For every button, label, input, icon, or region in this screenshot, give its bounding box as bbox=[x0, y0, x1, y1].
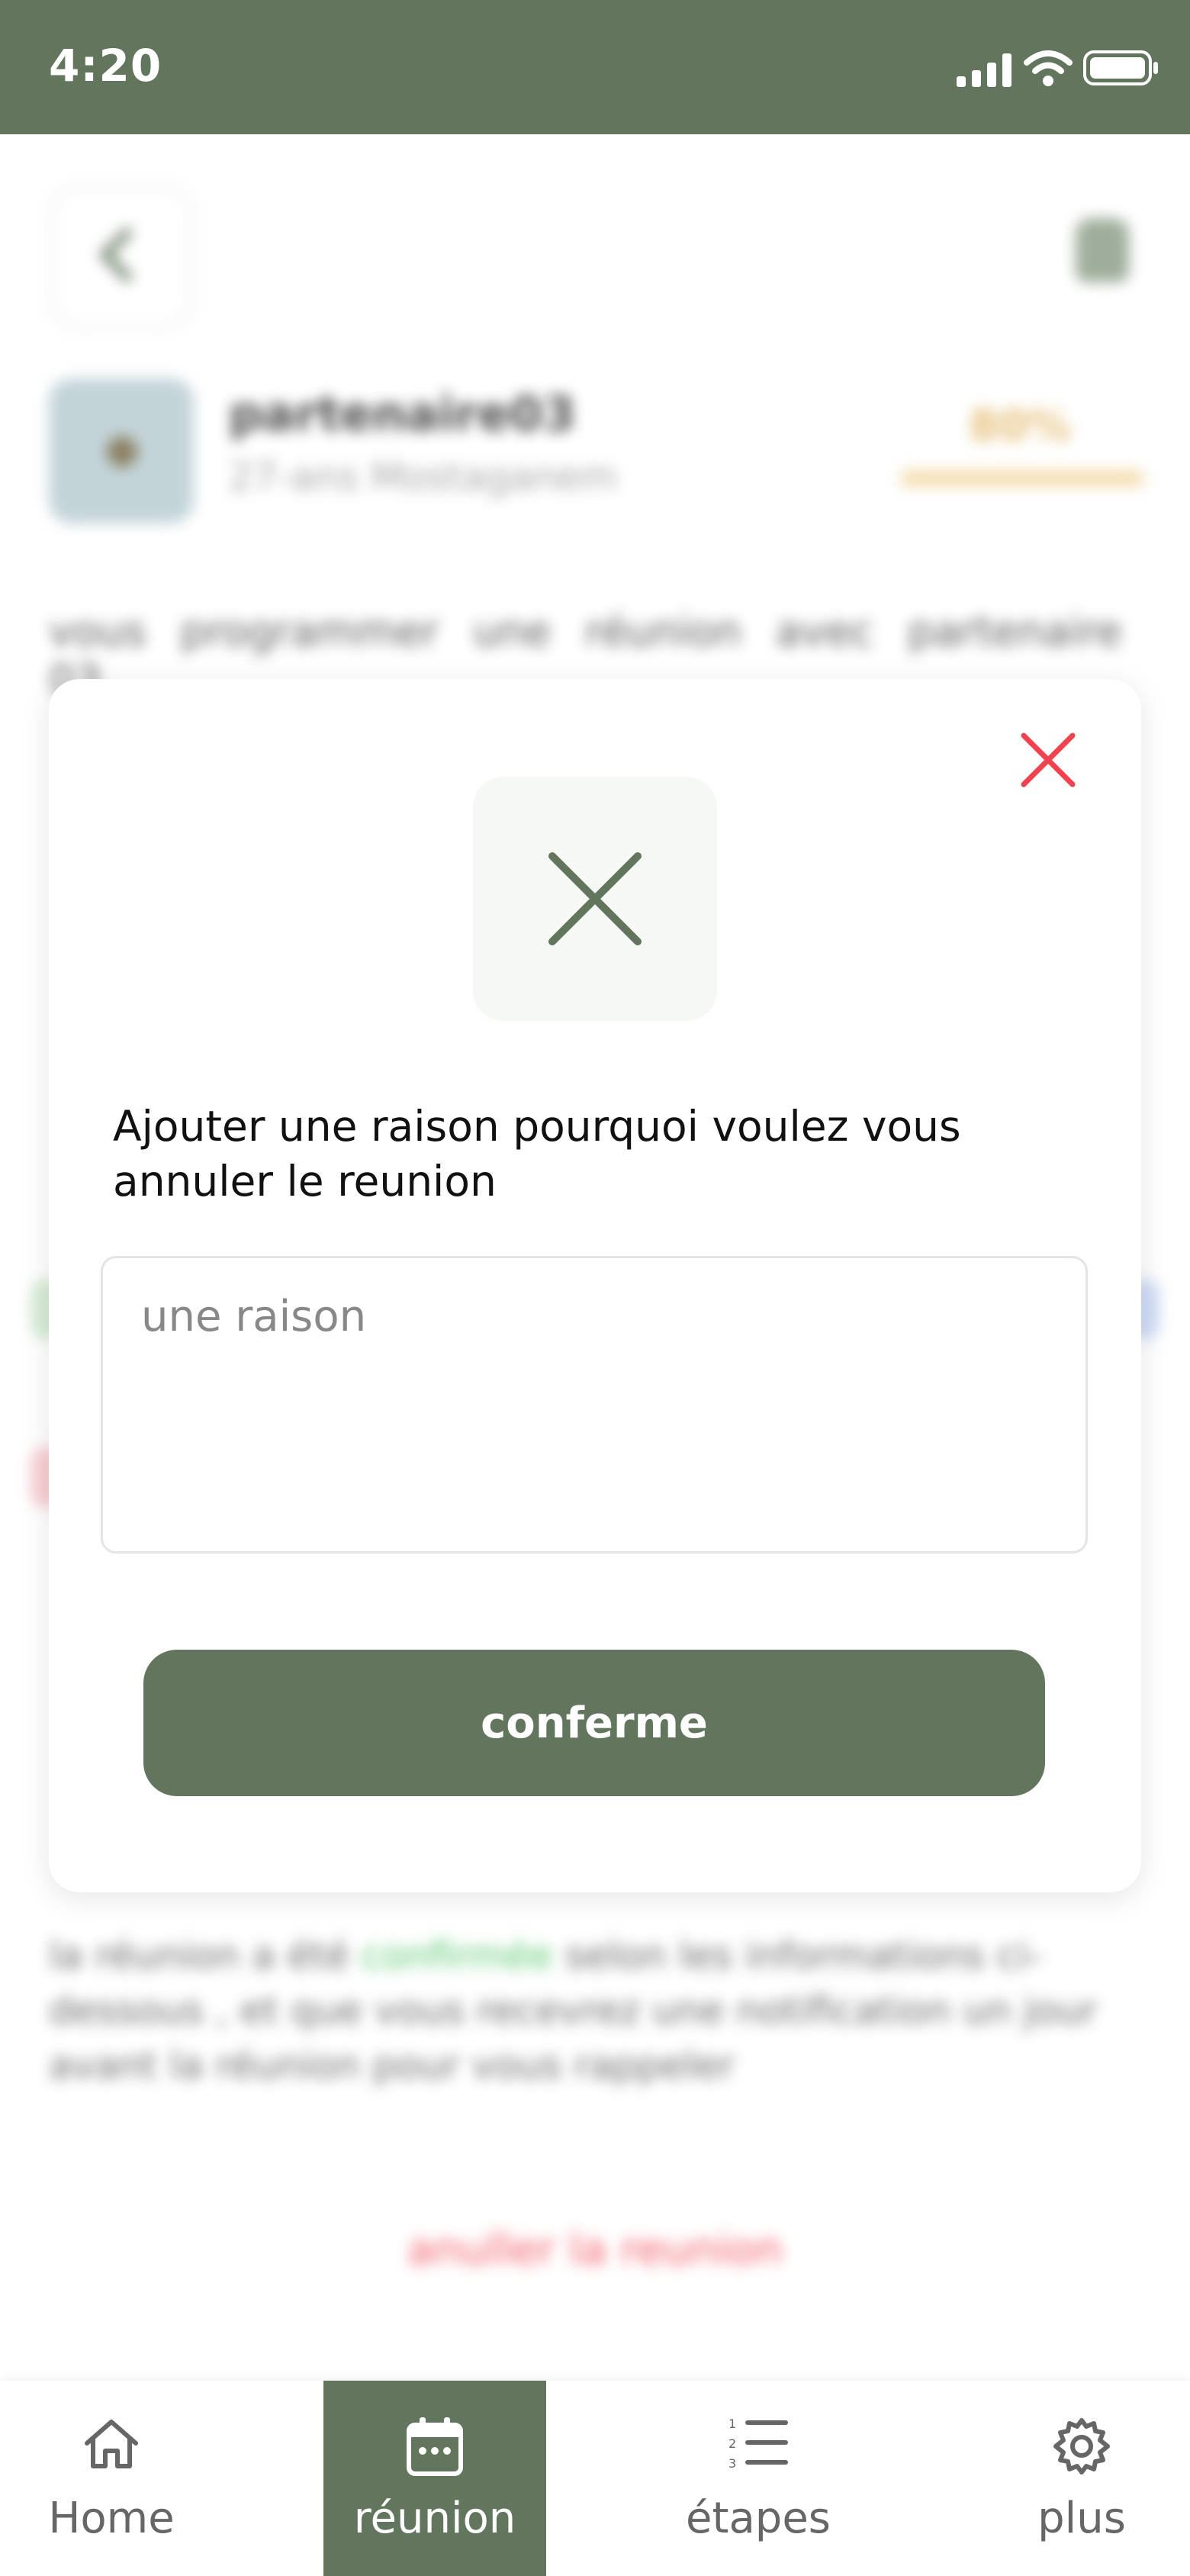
nav-label-home: Home bbox=[48, 2494, 175, 2543]
compatibility-bar bbox=[900, 470, 1144, 487]
svg-text:1: 1 bbox=[728, 2417, 736, 2431]
cancel-meeting-link[interactable]: anuller la reunion bbox=[0, 2225, 1190, 2275]
chevron-left-icon bbox=[98, 227, 155, 283]
wifi-icon bbox=[1024, 50, 1073, 86]
battery-icon bbox=[1083, 50, 1158, 85]
nav-item-etapes[interactable]: 1 2 3 étapes bbox=[647, 2381, 870, 2576]
nav-item-home[interactable]: Home bbox=[0, 2381, 223, 2576]
info-line-2: dessous , et que vous recevrez une notif… bbox=[49, 1988, 1098, 2033]
numbered-list-icon: 1 2 3 bbox=[728, 2417, 788, 2471]
back-button[interactable] bbox=[49, 185, 194, 330]
cancel-reason-modal: Ajouter une raison pourquoi voulez vous … bbox=[49, 679, 1141, 1892]
svg-text:3: 3 bbox=[728, 2456, 736, 2471]
confirm-button[interactable]: conferme bbox=[143, 1650, 1045, 1796]
partner-name: partenaire03 bbox=[229, 386, 576, 442]
nav-label-reunion: réunion bbox=[353, 2494, 516, 2543]
partner-location: 27-ans Mostaganem bbox=[229, 455, 618, 499]
calendar-icon bbox=[407, 2417, 463, 2476]
cancel-reason-prompt: Ajouter une raison pourquoi voulez vous … bbox=[113, 1102, 961, 1206]
status-confirmed: confirmée bbox=[361, 1934, 553, 1978]
status-time: 4:20 bbox=[49, 40, 162, 92]
status-bar: 4:20 bbox=[0, 0, 1190, 134]
svg-text:2: 2 bbox=[728, 2436, 736, 2451]
info-line-3: avant la réunion pour vous rappeler bbox=[49, 2043, 735, 2088]
bag-icon[interactable] bbox=[1076, 218, 1129, 282]
cancel-icon-tile bbox=[473, 777, 717, 1021]
nav-label-plus: plus bbox=[1037, 2494, 1126, 2543]
reason-input[interactable] bbox=[101, 1256, 1088, 1554]
compatibility-value: 80% bbox=[969, 401, 1072, 451]
home-icon bbox=[85, 2420, 138, 2468]
gear-icon bbox=[1053, 2418, 1110, 2475]
nav-item-reunion[interactable]: réunion bbox=[323, 2381, 546, 2576]
info-line-1: la réunion a été confirmée selon les inf… bbox=[49, 1934, 1043, 1978]
nav-label-etapes: étapes bbox=[686, 2494, 831, 2543]
cancel-x-icon bbox=[548, 852, 642, 945]
nav-item-plus[interactable]: plus bbox=[970, 2381, 1190, 2576]
signal-icon bbox=[957, 53, 1011, 87]
partner-avatar bbox=[49, 378, 194, 523]
close-icon[interactable] bbox=[1018, 729, 1079, 791]
bottom-nav: Home réunion 1 2 3 étapes plus bbox=[0, 2381, 1190, 2576]
